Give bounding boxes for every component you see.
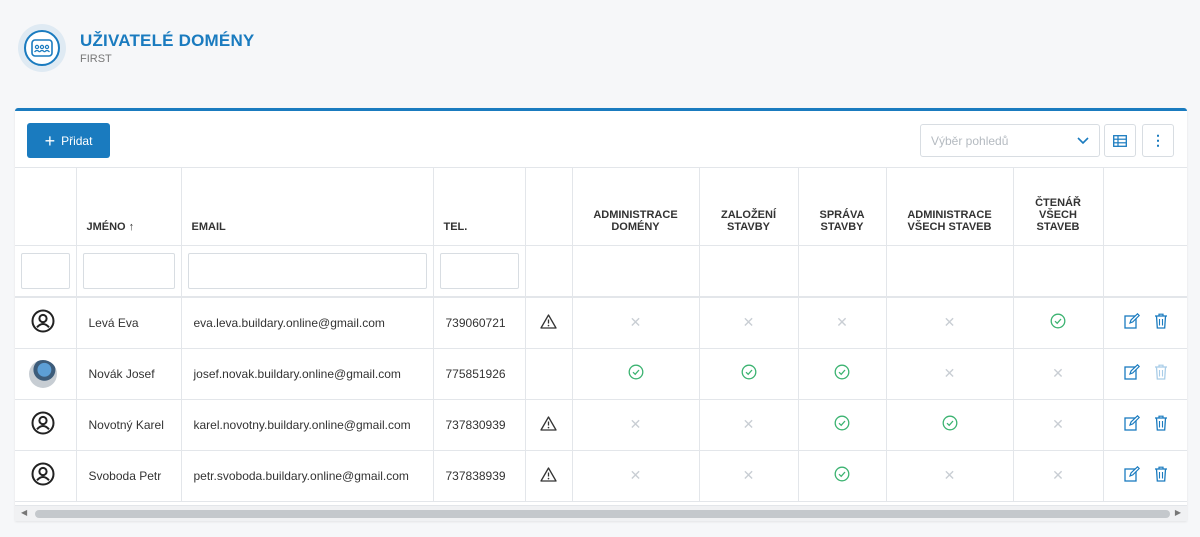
cross-icon[interactable]: ✕ — [836, 314, 848, 330]
table-row[interactable]: Svoboda Petr petr.svoboda.buildary.online… — [15, 450, 1187, 502]
cross-icon[interactable]: ✕ — [630, 416, 642, 432]
cross-icon[interactable]: ✕ — [743, 314, 755, 330]
scroll-thumb[interactable] — [35, 510, 1170, 518]
column-header-tel[interactable]: TEL. — [433, 168, 526, 246]
scroll-left-icon[interactable]: ◀ — [21, 508, 27, 517]
filter-tel-input[interactable] — [439, 252, 519, 289]
cross-icon[interactable]: ✕ — [630, 467, 642, 483]
delete-icon[interactable] — [1154, 466, 1168, 485]
view-select-placeholder: Výběr pohledů — [931, 133, 1009, 148]
scroll-right-icon[interactable]: ▶ — [1175, 508, 1181, 517]
more-vertical-icon: ⋮ — [1151, 132, 1165, 148]
user-icon — [31, 309, 55, 333]
add-button[interactable]: + Přidat — [27, 123, 110, 158]
edit-icon[interactable] — [1123, 363, 1140, 383]
delete-icon[interactable] — [1154, 415, 1168, 434]
column-header-admin_domeny[interactable]: ADMINISTRACE DOMÉNY — [572, 168, 700, 246]
delete-icon — [1154, 364, 1168, 383]
edit-icon[interactable] — [1123, 465, 1140, 485]
check-circle-icon[interactable] — [834, 415, 850, 434]
add-button-label: Přidat — [61, 133, 93, 148]
user-email: petr.svoboda.buildary.online@gmail.com — [181, 450, 434, 502]
check-circle-icon[interactable] — [741, 364, 757, 383]
horizontal-scrollbar[interactable]: ◀ ▶ — [15, 505, 1187, 521]
page-header: UŽIVATELÉ DOMÉNY FIRST — [18, 24, 254, 72]
filter-avatar-input[interactable] — [21, 252, 70, 289]
cross-icon[interactable]: ✕ — [630, 314, 642, 330]
cross-icon[interactable]: ✕ — [1052, 467, 1064, 483]
user-phone: 737838939 — [433, 450, 526, 502]
table-icon — [1113, 134, 1127, 147]
column-header-avatar — [15, 168, 77, 246]
cross-icon[interactable]: ✕ — [944, 365, 956, 381]
edit-icon[interactable] — [1123, 414, 1140, 434]
filter-email-input[interactable] — [187, 252, 427, 289]
check-circle-icon[interactable] — [628, 364, 644, 383]
user-name: Svoboda Petr — [76, 450, 182, 502]
cross-icon[interactable]: ✕ — [743, 416, 755, 432]
check-circle-icon[interactable] — [834, 364, 850, 383]
edit-icon[interactable] — [1123, 313, 1140, 332]
check-circle-icon[interactable] — [942, 415, 958, 434]
plus-icon: + — [44, 130, 56, 151]
column-header-name[interactable]: JMÉNO ↑ — [76, 168, 182, 246]
warning-icon — [540, 314, 557, 332]
table-row[interactable]: Novák Josef josef.novak.buildary.online@g… — [15, 348, 1187, 400]
users-table: JMÉNO ↑ EMAIL TEL. ADMINISTRACE DOMÉNY ZALOŽ… — [15, 168, 1187, 502]
cross-icon[interactable]: ✕ — [1052, 365, 1064, 381]
filter-name-input[interactable] — [82, 252, 175, 289]
column-header-ctenar[interactable]: ČTENÁŘ VŠECH STAVEB — [1013, 168, 1104, 246]
table-row[interactable]: Levá Eva eva.leva.buildary.online@gmail.c… — [15, 297, 1187, 349]
table-row[interactable]: Novotný Karel karel.novotny.buildary.onli… — [15, 399, 1187, 451]
table-view-button[interactable] — [1104, 124, 1136, 157]
check-circle-icon[interactable] — [834, 466, 850, 485]
cross-icon[interactable]: ✕ — [1052, 416, 1064, 432]
column-header-actions — [1103, 168, 1187, 246]
user-icon — [31, 462, 55, 486]
cross-icon[interactable]: ✕ — [944, 314, 956, 330]
user-phone: 739060721 — [433, 297, 526, 349]
user-email: josef.novak.buildary.online@gmail.com — [181, 348, 434, 400]
cross-icon[interactable]: ✕ — [944, 467, 956, 483]
user-email: eva.leva.buildary.online@gmail.com — [181, 297, 434, 349]
user-name: Levá Eva — [76, 297, 182, 349]
column-header-email[interactable]: EMAIL — [181, 168, 434, 246]
page-subtitle: FIRST — [80, 53, 112, 65]
view-select[interactable]: Výběr pohledů — [920, 124, 1100, 157]
check-circle-icon[interactable] — [1050, 313, 1066, 332]
users-card: + Přidat Výběr pohledů ⋮ JMÉNO ↑ EMAIL TEL… — [15, 108, 1187, 521]
column-header-warn — [525, 168, 573, 246]
delete-icon[interactable] — [1154, 313, 1168, 332]
column-header-zalozeni[interactable]: ZALOŽENÍ STAVBY — [699, 168, 799, 246]
avatar-photo — [29, 359, 57, 388]
user-name: Novotný Karel — [76, 399, 182, 451]
more-options-button[interactable]: ⋮ — [1142, 124, 1174, 157]
user-name: Novák Josef — [76, 348, 182, 400]
column-header-admin_vsech[interactable]: ADMINISTRACE VŠECH STAVEB — [886, 168, 1014, 246]
user-phone: 737830939 — [433, 399, 526, 451]
chevron-down-icon — [1077, 134, 1089, 148]
warning-icon — [540, 415, 557, 434]
page-title: UŽIVATELÉ DOMÉNY — [80, 31, 255, 50]
user-email: karel.novotny.buildary.online@gmail.com — [181, 399, 434, 451]
team-icon — [18, 24, 66, 72]
cross-icon[interactable]: ✕ — [743, 467, 755, 483]
toolbar: + Přidat Výběr pohledů ⋮ — [15, 111, 1187, 168]
column-header-sprava[interactable]: SPRÁVA STAVBY — [798, 168, 887, 246]
user-icon — [31, 411, 55, 435]
warning-icon — [540, 466, 557, 485]
user-phone: 775851926 — [433, 348, 526, 400]
